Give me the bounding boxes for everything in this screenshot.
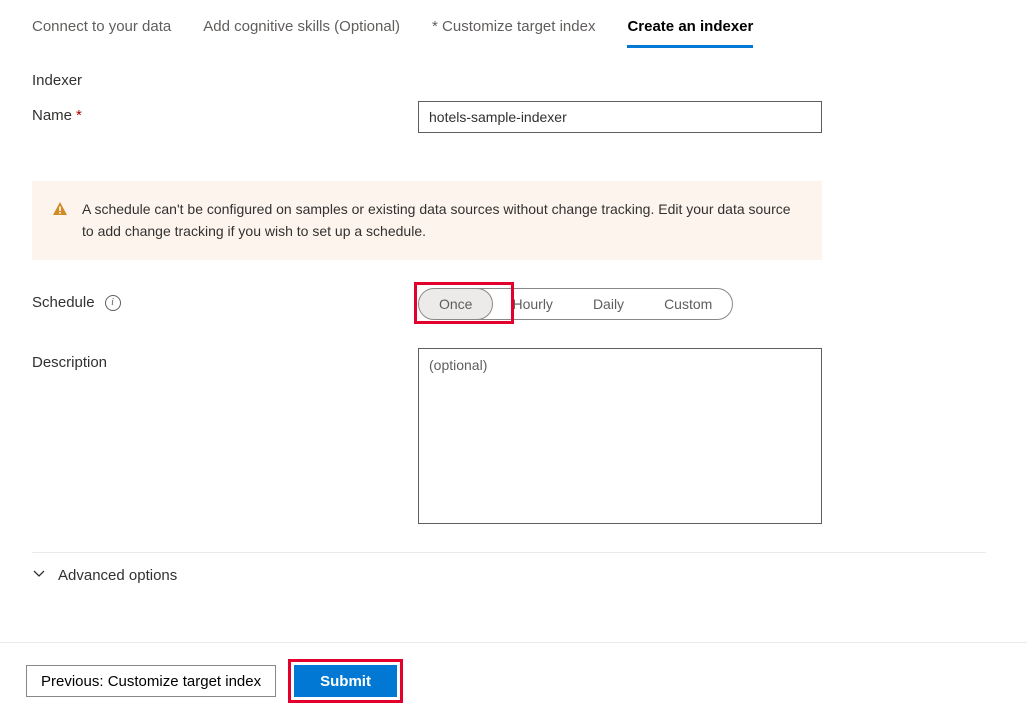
advanced-options-toggle[interactable]: Advanced options [32, 552, 986, 584]
form-content: Indexer Name * A schedule can't be confi… [0, 48, 1027, 584]
schedule-option-once[interactable]: Once [418, 288, 493, 320]
schedule-option-daily[interactable]: Daily [573, 289, 644, 319]
schedule-option-hourly[interactable]: Hourly [492, 289, 572, 319]
tab-cognitive-skills[interactable]: Add cognitive skills (Optional) [203, 18, 400, 48]
field-row-description: Description [32, 348, 995, 524]
schedule-label: Schedule i [32, 288, 418, 311]
schedule-pill-group: Once Hourly Daily Custom [418, 288, 733, 320]
schedule-label-text: Schedule [32, 294, 95, 311]
warning-banner: A schedule can't be configured on sample… [32, 181, 822, 260]
submit-button[interactable]: Submit [294, 665, 397, 697]
previous-button[interactable]: Previous: Customize target index [26, 665, 276, 697]
info-icon[interactable]: i [105, 295, 121, 311]
required-asterisk: * [76, 107, 82, 124]
description-label: Description [32, 348, 418, 371]
wizard-tabs: Connect to your data Add cognitive skill… [0, 0, 1027, 48]
schedule-option-custom[interactable]: Custom [644, 289, 732, 319]
highlight-submit: Submit [288, 659, 403, 703]
name-label-text: Name [32, 107, 72, 124]
field-row-name: Name * [32, 101, 995, 133]
chevron-down-icon [32, 567, 46, 584]
field-row-schedule: Schedule i Once Hourly Daily Custom [32, 288, 995, 320]
tab-create-indexer[interactable]: Create an indexer [627, 18, 753, 48]
warning-text: A schedule can't be configured on sample… [82, 199, 802, 242]
warning-icon [52, 201, 68, 220]
description-input[interactable] [418, 348, 822, 524]
tab-connect-data[interactable]: Connect to your data [32, 18, 171, 48]
wizard-footer: Previous: Customize target index Submit [0, 642, 1027, 719]
advanced-options-label: Advanced options [58, 567, 177, 584]
section-heading-indexer: Indexer [32, 72, 995, 89]
name-label: Name * [32, 101, 418, 124]
tab-customize-index[interactable]: * Customize target index [432, 18, 595, 48]
name-input[interactable] [418, 101, 822, 133]
